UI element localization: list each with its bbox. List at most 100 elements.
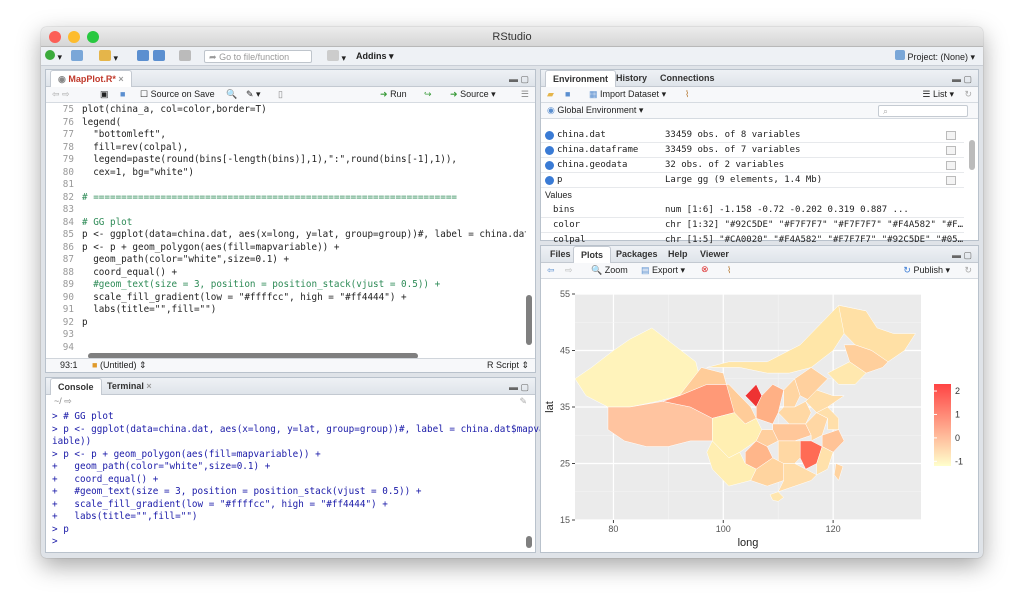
back-forward-icon[interactable]: ⇦ ⇨ <box>52 89 70 100</box>
tab-plots[interactable]: Plots <box>573 246 612 263</box>
code-line: 82 # ====================================… <box>46 192 526 205</box>
line-number: 91 <box>62 304 74 315</box>
code-line: 88 coord_equal() + <box>46 267 526 280</box>
vertical-scrollbar[interactable] <box>526 295 532 345</box>
refresh-icon[interactable]: ↻ <box>964 89 972 100</box>
run-button[interactable]: ➜ Run <box>380 89 407 100</box>
tab-connections[interactable]: Connections <box>653 70 722 87</box>
env-data-row[interactable]: china.geodata 32 obs. of 2 variables <box>541 158 964 173</box>
view-table-icon[interactable] <box>946 161 956 170</box>
console-output[interactable]: > # GG plot > p <- ggplot(data=china.dat,… <box>52 411 550 549</box>
code-line: 86 p <- p + geom_polygon(aes(fill=mapvari… <box>46 242 526 255</box>
new-file-button[interactable]: ▾ <box>45 50 62 63</box>
list-view-menu[interactable]: ☰ List ▾ <box>922 89 954 100</box>
x-tick-label: 100 <box>716 524 731 534</box>
search-icon[interactable] <box>946 176 956 185</box>
clear-plots-icon[interactable]: ⌇ <box>727 265 731 276</box>
next-plot-icon[interactable]: ⇨ <box>565 265 573 276</box>
code-line: 85 p <- ggplot(data=china.dat, aes(x=long… <box>46 229 526 242</box>
tab-mapplot[interactable]: ◉ MapPlot.R* × <box>50 70 132 87</box>
view-table-icon[interactable] <box>946 131 956 140</box>
scope-menu[interactable]: ■ (Untitled) ⇕ <box>92 359 147 372</box>
addins-menu[interactable]: Addins ▾ <box>356 50 394 63</box>
new-project-button[interactable] <box>71 50 83 63</box>
expand-icon[interactable] <box>545 131 554 140</box>
layout-button[interactable]: ▾ <box>327 50 346 63</box>
pane-minmax-icon[interactable]: ▬ ▢ <box>509 74 529 85</box>
outline-icon[interactable]: ☰ <box>521 89 529 100</box>
source-button[interactable]: ➜ Source ▾ <box>450 89 496 100</box>
zoom-button[interactable]: 🔍 Zoom <box>591 265 628 276</box>
tab-terminal[interactable]: Terminal × <box>100 378 159 395</box>
expand-icon[interactable] <box>545 146 554 155</box>
code-editor[interactable]: 75 plot(china_a, col=color,border=T) 76 leg… <box>46 104 526 351</box>
code-text: labs(title="",fill="") <box>82 304 217 315</box>
tab-help[interactable]: Help <box>661 246 695 263</box>
publish-menu[interactable]: ↻ Publish ▾ <box>903 265 950 276</box>
print-icon[interactable] <box>179 50 191 63</box>
tab-environment[interactable]: Environment <box>545 70 617 87</box>
expand-icon[interactable] <box>545 176 554 185</box>
env-search-input[interactable]: ⌕ <box>878 105 968 117</box>
source-on-save-checkbox[interactable]: ☐ Source on Save <box>140 89 215 100</box>
load-workspace-icon[interactable]: ▰ <box>547 89 554 100</box>
prev-plot-icon[interactable]: ⇦ <box>547 265 555 276</box>
save-file-icon[interactable]: ■ <box>120 89 125 99</box>
save-all-icon[interactable] <box>153 50 165 63</box>
export-menu[interactable]: ▤ Export ▾ <box>641 265 685 276</box>
goto-dir-icon[interactable]: ⇨ <box>64 396 72 406</box>
expand-icon[interactable] <box>545 161 554 170</box>
refresh-plot-icon[interactable]: ↻ <box>964 265 972 276</box>
save-workspace-icon[interactable]: ■ <box>565 89 570 99</box>
show-in-window-icon[interactable]: ▣ <box>100 89 109 100</box>
tab-history[interactable]: History <box>609 70 654 87</box>
minimize-window-button[interactable] <box>68 31 80 43</box>
env-value-row[interactable]: color chr [1:32] "#92C5DE" "#F7F7F7" "#F7… <box>541 218 964 233</box>
project-menu[interactable]: Project: (None) ▾ <box>894 50 975 63</box>
broom-icon[interactable]: ⌇ <box>685 89 689 100</box>
code-text: geom_path(color="white",size=0.1) + <box>82 254 290 265</box>
env-minmax-icon[interactable]: ▬ ▢ <box>952 74 972 85</box>
tab-console[interactable]: Console <box>50 378 102 395</box>
global-env-menu[interactable]: ◉ Global Environment ▾ <box>547 105 643 116</box>
search-icon[interactable]: 🔍 <box>226 89 237 100</box>
close-tab-icon[interactable]: × <box>118 74 123 84</box>
project-label: Project: (None) <box>907 52 968 62</box>
rerun-icon[interactable]: ↪ <box>424 89 432 100</box>
close-window-button[interactable] <box>49 31 61 43</box>
list-label: List <box>932 89 947 99</box>
source-tabs: ◉ MapPlot.R* × ▬ ▢ <box>46 70 535 87</box>
import-dataset-button[interactable]: ▦ Import Dataset ▾ <box>589 89 666 100</box>
console-minmax-icon[interactable]: ▬ ▢ <box>509 382 529 393</box>
code-text: legend=paste(round(bins[-length(bins)],1… <box>82 154 458 165</box>
goto-file-input[interactable]: ➦ Go to file/function <box>204 50 312 63</box>
save-icon[interactable] <box>137 50 149 63</box>
environment-pane: Environment History Connections ▬ ▢ ▰ ■ … <box>540 69 979 248</box>
compile-icon[interactable]: ▯ <box>278 89 283 100</box>
plot-area: 80 100 120 55 45 35 25 15 long lat 2 1 0 -1 <box>544 289 963 549</box>
filetype-menu[interactable]: R Script ⇕ <box>487 359 529 372</box>
env-data-row[interactable]: p Large gg (9 elements, 1.4 Mb) <box>541 173 964 188</box>
open-file-button[interactable]: ▾ <box>99 50 118 63</box>
view-table-icon[interactable] <box>946 146 956 155</box>
plots-minmax-icon[interactable]: ▬ ▢ <box>952 250 972 261</box>
tab-viewer[interactable]: Viewer <box>693 246 736 263</box>
remove-plot-icon[interactable]: ⊗ <box>701 264 709 275</box>
zoom-window-button[interactable] <box>87 31 99 43</box>
tab-terminal-label: Terminal <box>107 381 144 391</box>
env-scrollbar[interactable] <box>969 140 975 170</box>
legend-colorbar <box>934 384 951 466</box>
console-scrollbar[interactable] <box>526 536 532 548</box>
wand-icon[interactable]: ✎ ▾ <box>246 89 261 100</box>
line-number: 80 <box>62 166 74 178</box>
env-data-row[interactable]: china.dat 33459 obs. of 8 variables <box>541 128 964 143</box>
line-number: 75 <box>62 104 74 115</box>
scope-icon: ■ <box>92 360 98 370</box>
env-value-row[interactable]: bins num [1:6] -1.158 -0.72 -0.202 0.319 … <box>541 203 964 218</box>
close-terminal-icon[interactable]: × <box>146 381 151 391</box>
x-tick-label: 80 <box>608 524 618 534</box>
tab-packages[interactable]: Packages <box>609 246 665 263</box>
env-data-row[interactable]: china.dataframe 33459 obs. of 7 variables <box>541 143 964 158</box>
clear-console-icon[interactable]: ✎ <box>519 395 527 408</box>
code-text: fill=rev(colpal), <box>82 141 189 153</box>
